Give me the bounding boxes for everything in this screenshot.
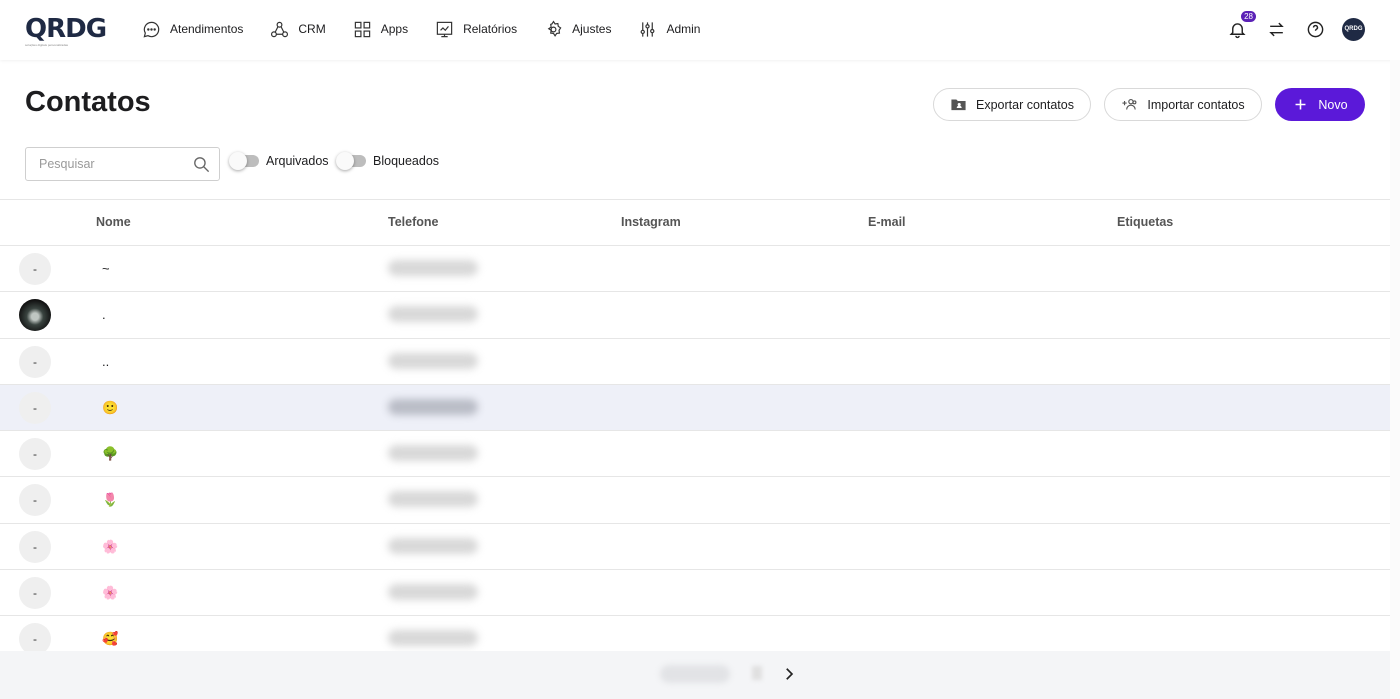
import-contacts-label: Importar contatos [1147,97,1245,112]
user-avatar[interactable]: QRDG [1342,17,1365,41]
grid-icon [354,21,370,37]
new-contact-label: Novo [1318,97,1348,112]
contact-name: 🥰 [102,631,119,647]
contact-phone-redacted [388,260,478,276]
crm-nodes-icon [271,21,289,37]
table-row[interactable]: - ~ [0,246,1390,293]
notifications-button[interactable]: 28 [1225,11,1256,41]
nav-item-relatorios[interactable]: Relatórios [435,20,517,39]
contact-avatar: - [19,530,51,563]
archived-toggle[interactable]: Arquivados [229,152,329,170]
plus-icon [1295,99,1306,110]
contact-avatar [19,299,51,332]
column-header-etiquetas[interactable]: Etiquetas [1117,215,1173,229]
contact-avatar: - [19,253,51,285]
contact-avatar: - [19,484,51,517]
table-row[interactable]: - 🌸 [0,570,1390,617]
nav-item-atendimentos[interactable]: Atendimentos [142,20,243,39]
nav-item-apps[interactable]: Apps [353,20,408,39]
page-title: Contatos [25,86,151,118]
gear-icon [547,20,562,37]
blocked-switch[interactable] [336,152,366,170]
archived-label: Arquivados [266,154,329,168]
nav-label: Relatórios [463,22,518,36]
nav-label: Apps [380,22,409,36]
nav-label: Admin [666,22,701,36]
contact-avatar: - [19,345,51,378]
scrollbar[interactable] [1390,60,1400,699]
contacts-table: Nome Telefone Instagram E-mail Etiquetas… [0,199,1390,663]
table-header: Nome Telefone Instagram E-mail Etiquetas [0,200,1390,246]
chevron-right-icon[interactable] [780,665,798,683]
switch-knob [229,152,247,170]
column-header-instagram[interactable]: Instagram [621,215,681,229]
page-number[interactable] [752,666,762,680]
table-row[interactable]: - 🌳 [0,431,1390,478]
contact-name: 🌸 [102,538,119,554]
blocked-toggle[interactable]: Bloqueados [336,152,440,170]
help-icon [1307,21,1323,37]
new-contact-button[interactable]: Novo [1275,88,1365,121]
rows-per-page-select[interactable] [660,665,730,683]
column-header-email[interactable]: E-mail [868,215,906,229]
import-contacts-button[interactable]: Importar contatos [1104,88,1262,121]
sliders-icon [641,21,655,37]
export-contacts-label: Exportar contatos [976,97,1074,112]
contact-phone-redacted [388,491,478,508]
help-button[interactable] [1303,17,1327,41]
switch-button[interactable] [1264,17,1288,41]
topbar-actions: 28 QRDG [1210,11,1365,41]
contact-phone-redacted [388,584,478,601]
table-row[interactable]: - 🌷 [0,477,1390,524]
table-body: - ~. -.. - 🙂 - 🌳 - 🌷 - 🌸 - 🌸 - 🥰 [0,246,1390,663]
brand-logo[interactable]: QRDG soluções digitais personalizadas [25,14,107,47]
table-row[interactable]: -.. [0,339,1390,385]
contact-name: 🌷 [102,492,119,508]
swap-arrows-icon [1268,22,1284,36]
search-icon[interactable] [192,155,211,174]
contact-avatar: - [19,577,51,610]
table-row[interactable]: - 🌸 [0,524,1390,571]
column-header-telefone[interactable]: Telefone [388,215,438,229]
export-contacts-button[interactable]: Exportar contatos [933,88,1091,121]
archived-switch[interactable] [229,152,259,170]
contact-phone-redacted [388,398,478,415]
nav-item-crm[interactable]: CRM [270,20,326,39]
contact-phone-redacted [388,352,478,369]
search-box [25,147,220,181]
pagination [0,651,1390,699]
column-header-nome[interactable]: Nome [96,215,131,229]
contact-phone-redacted [388,537,478,554]
nav-label: CRM [298,22,326,36]
contact-name: .. [102,353,110,369]
contact-phone-redacted [388,630,478,647]
nav-item-admin[interactable]: Admin [638,20,700,39]
nav-label: Ajustes [572,22,612,36]
switch-knob [336,152,354,170]
contact-name: ~ [102,261,110,276]
add-users-icon [1122,98,1137,110]
table-row[interactable]: . [0,292,1390,339]
brand-name: QRDG [25,14,107,44]
folder-user-icon [951,99,966,111]
nav-label: Atendimentos [170,22,244,36]
search-input[interactable] [39,157,179,171]
nav-item-ajustes[interactable]: Ajustes [544,20,611,39]
notification-badge: 28 [1241,11,1256,22]
contact-phone-redacted [388,445,478,462]
top-navigation-bar: QRDG soluções digitais personalizadas At… [0,0,1400,60]
report-icon [436,21,453,37]
contact-name: . [102,307,106,323]
blocked-label: Bloqueados [373,154,440,168]
table-row[interactable]: - 🙂 [0,384,1390,432]
chat-icon [143,21,160,37]
bell-icon [1228,22,1246,38]
contact-name: 🙂 [102,399,119,415]
contact-avatar: - [19,391,51,424]
main-nav: Atendimentos CRM Apps Relatórios Ajustes… [142,0,727,58]
contact-name: 🌳 [102,446,119,462]
contact-name: 🌸 [102,585,119,601]
contact-avatar: - [19,438,51,471]
contact-phone-redacted [388,306,478,323]
